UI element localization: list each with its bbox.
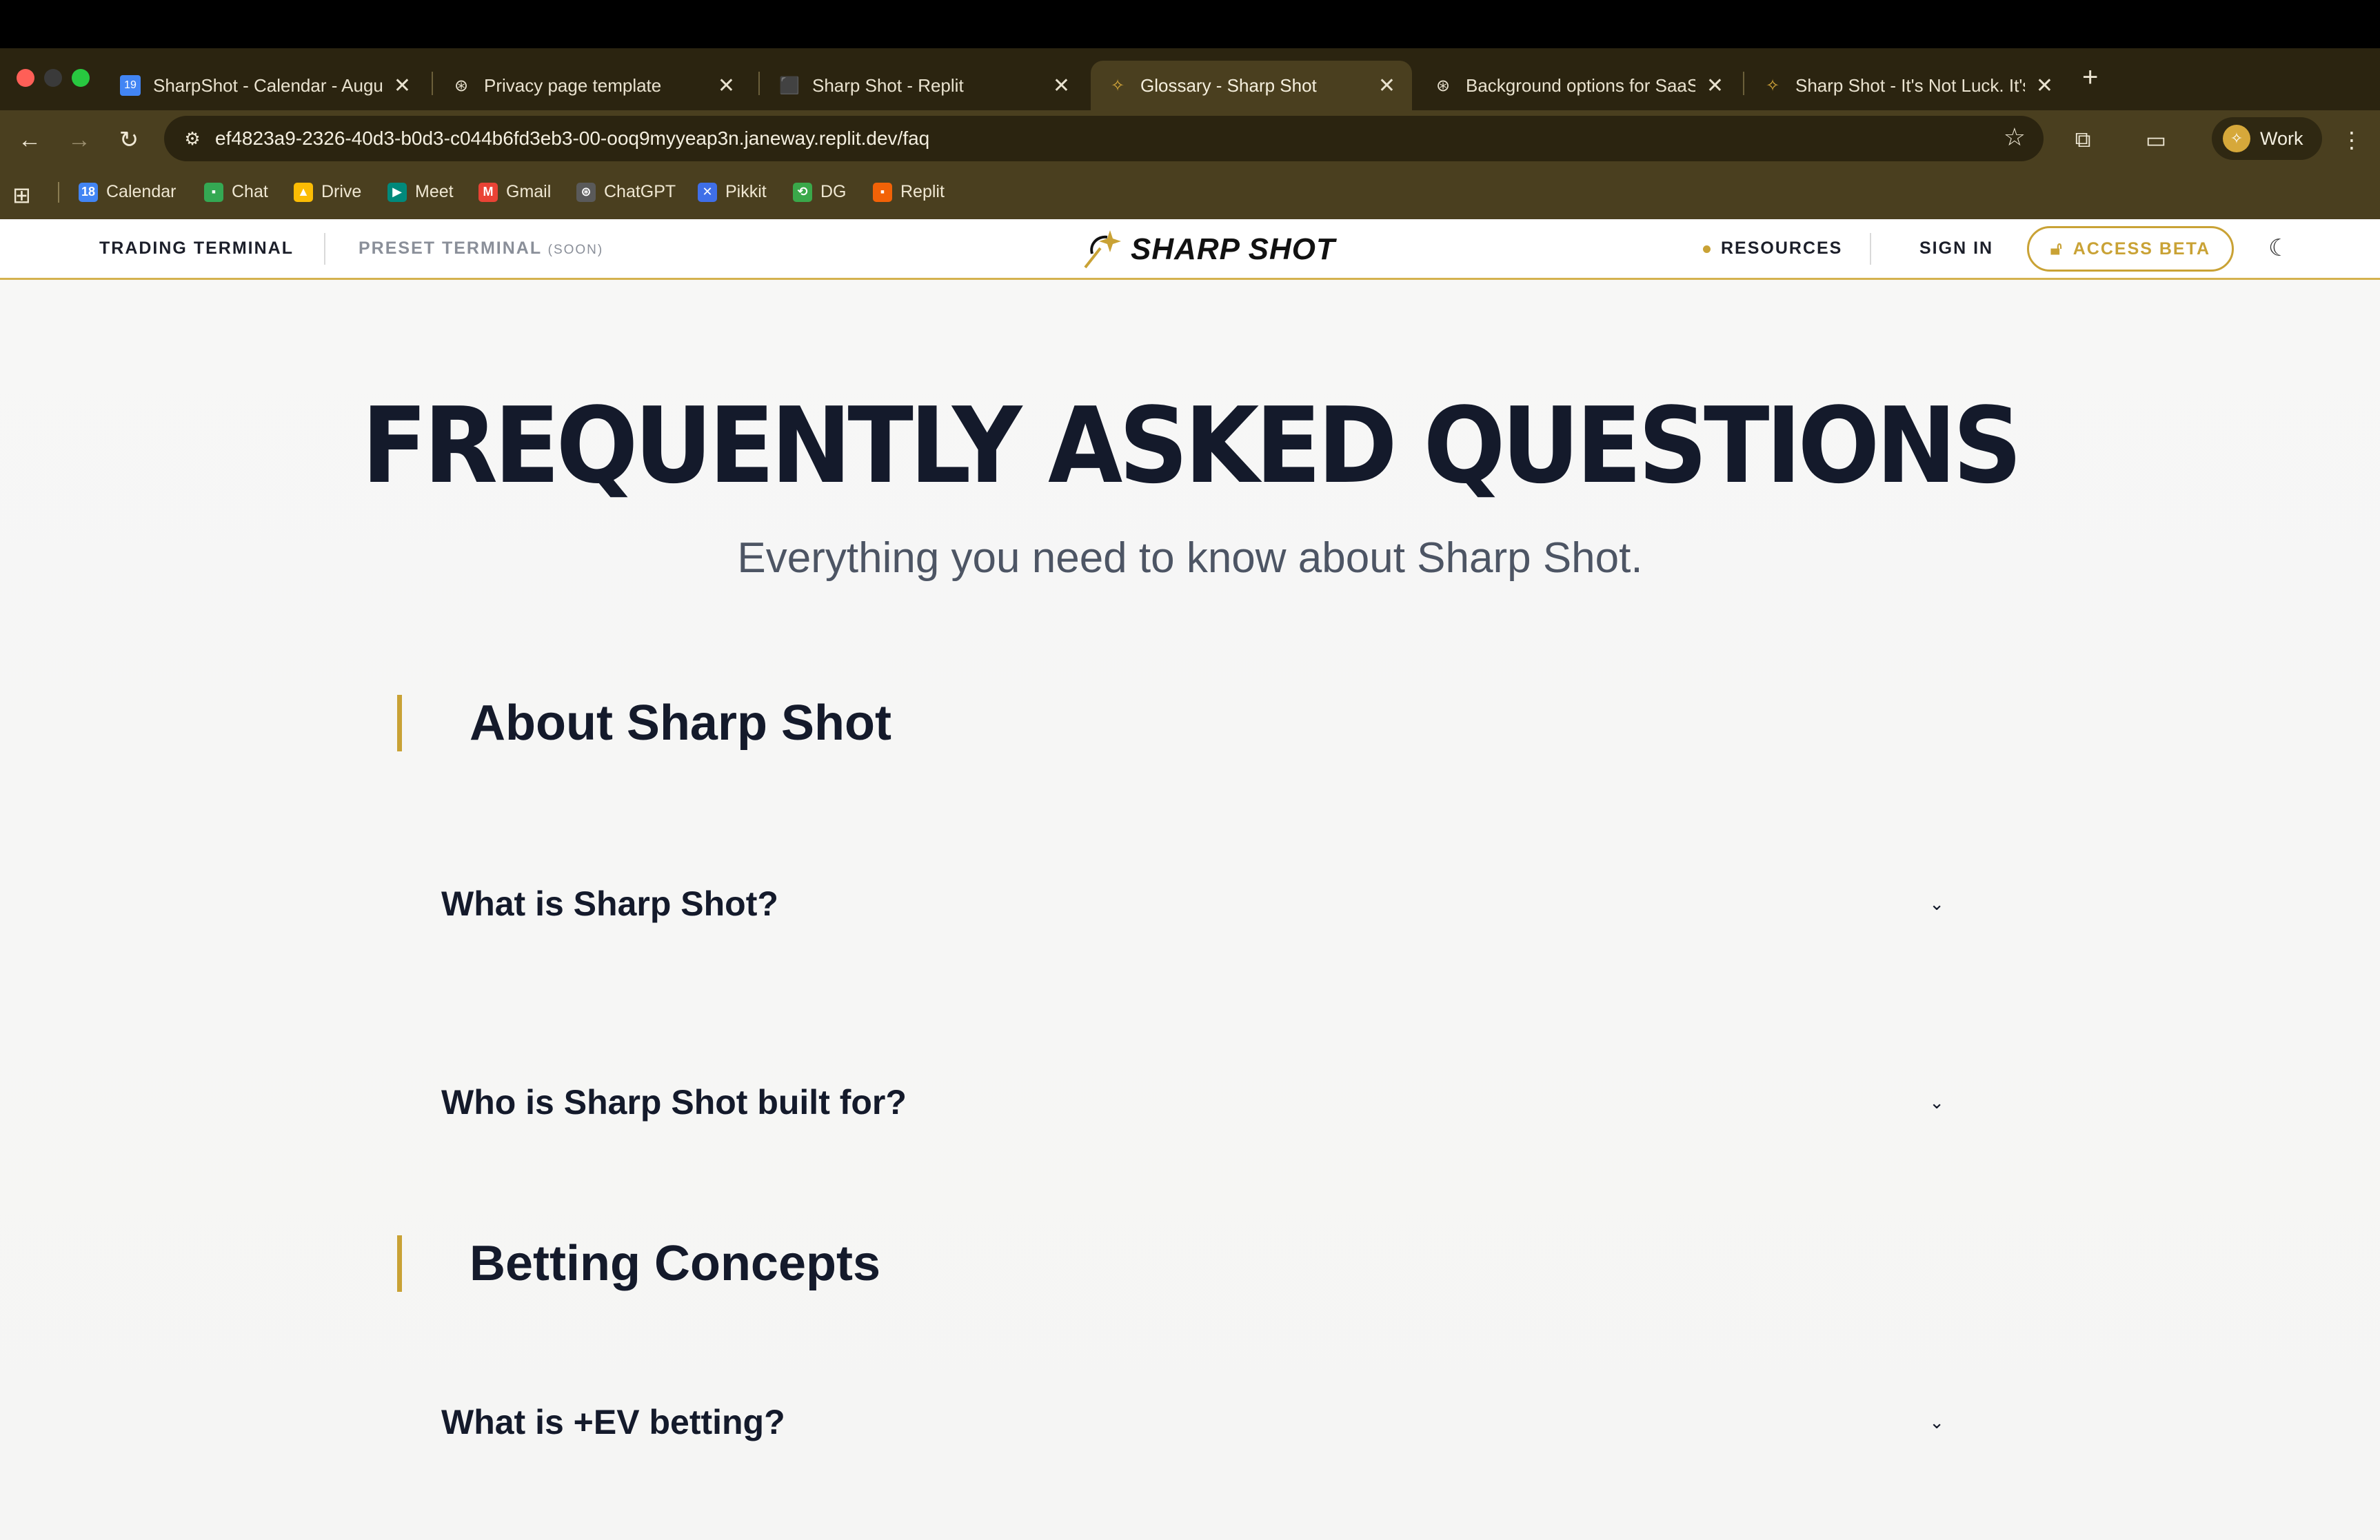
close-tab-icon[interactable]: ✕ [1053,74,1070,98]
extensions-icon[interactable]: ⧉ [2066,123,2100,157]
site-settings-icon[interactable]: ⚙ [179,125,205,152]
gmail-icon: M [478,182,498,202]
page-subtitle: Everything you need to know about Sharp … [737,534,1643,582]
browser-tab[interactable]: ⊛ Privacy page template ✕ [434,61,752,110]
minimize-window-button[interactable] [44,69,62,87]
nav-divider [1870,233,1871,265]
back-icon[interactable]: ← [12,123,47,157]
bookmark-gmail[interactable]: M Gmail [478,182,551,202]
forward-icon[interactable]: → [62,123,97,157]
bookmark-pikkit[interactable]: ✕ Pikkit [698,182,767,202]
chatgpt-icon: ⊛ [1435,76,1451,95]
faq-item[interactable]: What is Sharp Shot? ⌄ [441,873,1944,935]
bookmark-meet[interactable]: ▶ Meet [387,182,454,202]
bookmark-drive[interactable]: ▲ Drive [294,182,361,202]
address-bar[interactable]: ⚙ ef4823a9-2326-40d3-b0d3-c044b6fd3eb3-0… [164,116,2044,161]
page-title: FREQUENTLY ASKED QUESTIONS [361,385,2022,507]
bookmark-star-icon[interactable]: ☆ [2004,123,2026,152]
meet-icon: ▶ [387,182,407,202]
dg-icon: ⟲ [793,182,812,202]
tab-separator [1743,72,1744,95]
faq-question: What is Sharp Shot? [441,884,778,923]
close-tab-icon[interactable]: ✕ [718,74,735,98]
url-text: ef4823a9-2326-40d3-b0d3-c044b6fd3eb3-00-… [215,128,930,149]
resources-indicator-dot [1703,245,1711,253]
browser-tab[interactable]: ✧ Sharp Shot - It's Not Luck. It's ✕ [1746,61,2070,110]
logo-wordmark: SHARP SHOT [1131,232,1335,266]
chatgpt-icon: ⊛ [454,76,469,95]
nav-trading-terminal[interactable]: TRADING TERMINAL [99,239,294,259]
chatgpt-icon: ⊛ [576,182,596,202]
profile-button[interactable]: ✧ Work [2212,117,2322,160]
section-heading-about: About Sharp Shot [397,695,891,751]
pikkit-icon: ✕ [698,182,717,202]
bookmark-separator [58,182,59,203]
soon-badge: (SOON) [547,243,604,257]
calendar-icon: 18 [79,182,98,202]
faq-question: What is +EV betting? [441,1403,785,1441]
chat-icon: ▪ [204,182,223,202]
section-heading-betting: Betting Concepts [397,1235,880,1292]
bookmark-dg[interactable]: ⟲ DG [793,182,847,202]
bookmark-chatgpt[interactable]: ⊛ ChatGPT [576,182,676,202]
zoom-window-button[interactable] [72,69,90,87]
access-beta-button[interactable]: 🔓︎ ACCESS BETA [2027,226,2234,272]
nav-divider [324,233,325,265]
chevron-down-icon: ⌄ [1929,893,1944,914]
window-top-bar [0,0,2380,48]
browser-tab[interactable]: ⬛ Sharp Shot - Replit ✕ [763,61,1087,110]
replit-icon: ▪ [873,182,892,202]
faq-question: Who is Sharp Shot built for? [441,1083,907,1122]
browser-tab[interactable]: 19 SharpShot - Calendar - Augu ✕ [103,61,427,110]
faq-item[interactable]: What is +EV betting? ⌄ [441,1391,1944,1453]
browser-tab[interactable]: ⊛ Background options for SaaS ✕ [1416,61,1740,110]
dark-mode-toggle-icon[interactable]: ☾ [2268,234,2289,262]
faq-item[interactable]: Who is Sharp Shot built for? ⌄ [441,1071,1944,1133]
close-tab-icon[interactable]: ✕ [394,74,411,98]
chevron-down-icon: ⌄ [1929,1411,1944,1432]
reload-icon[interactable]: ↻ [112,123,146,157]
close-tab-icon[interactable]: ✕ [1378,74,1395,98]
menu-icon[interactable]: ⋮ [2334,123,2369,157]
new-tab-button[interactable]: + [2082,62,2098,93]
replit-icon: ⬛ [779,76,800,95]
close-tab-icon[interactable]: ✕ [2036,74,2053,98]
nav-resources[interactable]: RESOURCES [1721,239,1842,259]
close-window-button[interactable] [17,69,34,87]
site-header: TRADING TERMINAL PRESET TERMINAL (SOON) … [0,219,2380,280]
tab-search-icon[interactable]: ▭ [2139,123,2173,157]
avatar: ✧ [2223,125,2250,152]
close-tab-icon[interactable]: ✕ [1706,74,1724,98]
chevron-down-icon: ⌄ [1929,1091,1944,1113]
tab-separator [758,72,760,95]
browser-tab-active[interactable]: ✧ Glossary - Sharp Shot ✕ [1091,61,1412,110]
nav-preset-terminal[interactable]: PRESET TERMINAL (SOON) [359,239,603,259]
apps-grid-icon[interactable]: ⊞ [12,182,31,208]
page-content: TRADING TERMINAL PRESET TERMINAL (SOON) … [0,219,2380,1540]
bookmark-replit[interactable]: ▪ Replit [873,182,945,202]
tab-separator [432,72,433,95]
lock-icon: 🔓︎ [2050,238,2064,259]
bookmark-calendar[interactable]: 18 Calendar [79,182,176,202]
calendar-icon: 19 [120,75,141,96]
sharpshot-icon: ✧ [1765,76,1780,95]
drive-icon: ▲ [294,182,313,202]
bookmark-chat[interactable]: ▪ Chat [204,182,268,202]
sharpshot-icon: ✧ [1110,76,1125,95]
site-logo[interactable]: SHARP SHOT [1080,227,1335,272]
nav-sign-in[interactable]: SIGN IN [1919,239,1993,259]
sharpshot-logo-icon [1084,230,1121,269]
